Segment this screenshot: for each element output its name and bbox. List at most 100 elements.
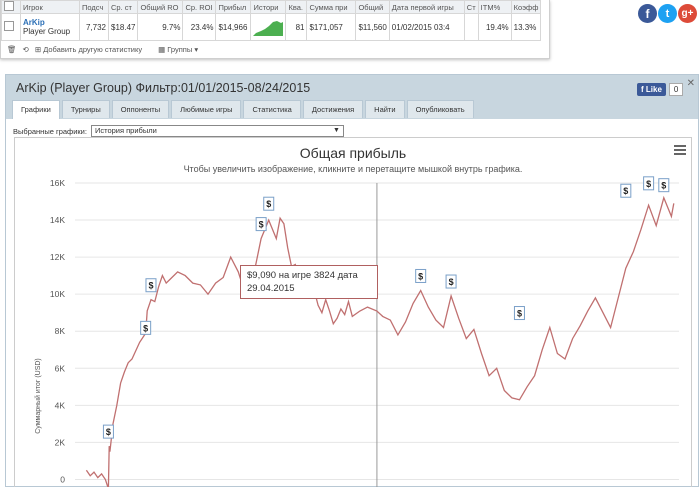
menu-icon[interactable] xyxy=(674,145,686,157)
sparkline xyxy=(253,21,284,36)
col-header[interactable]: Ква. xyxy=(285,0,308,14)
profit-series-line[interactable] xyxy=(85,195,675,489)
player-group: Player Group xyxy=(23,27,71,36)
y-tick-label: 6K xyxy=(55,363,66,373)
checkbox-icon xyxy=(4,1,14,11)
chart-svg[interactable]: Общая прибыль Чтобы увеличить изображени… xyxy=(15,138,691,489)
chart-selector[interactable]: История прибыли ▼ xyxy=(90,125,344,137)
tooltip-line1: $9,090 на игре 3824 дата xyxy=(247,270,358,281)
fb-like-label: Like xyxy=(645,85,662,94)
tab-achievements[interactable]: Достижения xyxy=(302,100,364,118)
table-header-row: Игрок Подсч Ср. ст Общий RO Ср. ROI Приб… xyxy=(1,0,542,14)
y-tick-label: 2K xyxy=(55,437,66,447)
tab-find[interactable]: Найти xyxy=(365,100,405,118)
col-header[interactable]: ITM% xyxy=(477,0,512,14)
svg-text:$: $ xyxy=(623,186,628,196)
dollar-marker-icon[interactable]: $ xyxy=(658,178,670,193)
dollar-markers: $ $ $ $ $ $ $ $ $ $ $ xyxy=(102,176,670,439)
dollar-marker-icon[interactable]: $ xyxy=(263,196,275,211)
y-tick-label: 4K xyxy=(55,400,66,410)
groups-label: Группы xyxy=(167,44,193,54)
groups-button[interactable]: ▦ Группы ▾ xyxy=(158,45,198,54)
close-icon[interactable]: ✕ xyxy=(687,78,695,89)
svg-text:$: $ xyxy=(266,199,271,209)
y-tick-label: 16K xyxy=(50,178,65,188)
tab-tournaments[interactable]: Турниры xyxy=(61,100,110,118)
dollar-marker-icon[interactable]: $ xyxy=(255,217,267,232)
col-header[interactable]: Подсч xyxy=(79,0,109,14)
tab-opponents[interactable]: Оппоненты xyxy=(111,100,170,118)
dollar-marker-icon[interactable]: $ xyxy=(415,268,427,283)
dollar-marker-icon[interactable]: $ xyxy=(102,424,114,439)
tab-statistics[interactable]: Статистика xyxy=(243,100,301,118)
col-header[interactable]: Дата первой игры xyxy=(388,0,465,14)
col-header[interactable]: Ст xyxy=(463,0,479,14)
panel-header: ArKip (Player Group) Фильтр:01/01/2015-0… xyxy=(6,75,698,119)
player-panel: ArKip (Player Group) Фильтр:01/01/2015-0… xyxy=(5,74,699,489)
svg-text:$: $ xyxy=(646,179,651,189)
col-header[interactable]: Коэфф xyxy=(510,0,542,14)
google-plus-icon[interactable]: g+ xyxy=(678,4,697,23)
st-cell xyxy=(463,13,479,41)
profit-chart[interactable]: Общая прибыль Чтобы увеличить изображени… xyxy=(14,137,692,489)
stats-table: Игрок Подсч Ср. ст Общий RO Ср. ROI Приб… xyxy=(1,0,542,41)
tab-publish[interactable]: Опубликовать xyxy=(406,100,474,118)
col-header[interactable]: Игрок xyxy=(20,0,80,14)
player-cell[interactable]: ArKip Player Group xyxy=(20,13,80,41)
col-header[interactable]: Сумма при xyxy=(306,0,357,14)
profit-cell: $14,966 xyxy=(215,13,252,41)
y-tick-label: 8K xyxy=(55,326,66,336)
svg-text:$: $ xyxy=(143,323,148,333)
svg-text:$: $ xyxy=(259,220,264,230)
row-checkbox[interactable] xyxy=(1,13,21,41)
dollar-marker-icon[interactable]: $ xyxy=(145,278,157,293)
select-all-checkbox[interactable] xyxy=(1,0,21,14)
col-header[interactable]: Ср. ст xyxy=(107,0,139,14)
svg-text:$: $ xyxy=(449,277,454,287)
chart-title: Общая прибыль xyxy=(300,145,406,161)
fb-like-button[interactable]: f Like xyxy=(637,83,666,96)
trash-icon[interactable]: 🗑 xyxy=(7,45,17,54)
add-stat-button[interactable]: ⊞ Добавить другую статистику xyxy=(35,45,142,54)
chart-selector-label: Выбранные графики: xyxy=(13,126,87,136)
svg-text:$: $ xyxy=(418,271,423,281)
facebook-icon[interactable]: f xyxy=(638,4,657,23)
stats-panel: Игрок Подсч Ср. ст Общий RO Ср. ROI Приб… xyxy=(0,0,550,59)
table-row[interactable]: ArKip Player Group 7,732 $18.47 9.7% 23.… xyxy=(1,13,542,41)
chart-subtitle: Чтобы увеличить изображение, кликните и … xyxy=(184,164,523,174)
y-tick-label: 10K xyxy=(50,289,65,299)
tab-charts[interactable]: Графики xyxy=(12,100,60,119)
facebook-icon: f xyxy=(641,85,644,94)
col-header[interactable]: Ср. ROI xyxy=(182,0,217,14)
fb-like-count: 0 xyxy=(668,83,684,96)
dollar-marker-icon[interactable]: $ xyxy=(140,320,152,335)
add-stat-label: Добавить другую статистику xyxy=(43,44,143,54)
tab-favorite-games[interactable]: Любимые игры xyxy=(171,100,242,118)
svg-text:$: $ xyxy=(661,181,666,191)
count-cell: 7,732 xyxy=(79,13,109,41)
twitter-icon[interactable]: t xyxy=(658,4,677,23)
dollar-marker-icon[interactable]: $ xyxy=(513,306,525,321)
y-tick-label: 14K xyxy=(50,215,65,225)
dollar-marker-icon[interactable]: $ xyxy=(643,176,655,191)
panel-title: ArKip (Player Group) Фильтр:01/01/2015-0… xyxy=(16,81,311,95)
qual-cell: 81 xyxy=(285,13,308,41)
dollar-marker-icon[interactable]: $ xyxy=(445,274,457,289)
col-header[interactable]: Общий RO xyxy=(137,0,184,14)
col-header[interactable]: Истори xyxy=(250,0,287,14)
tab-bar: Графики Турниры Оппоненты Любимые игры С… xyxy=(12,100,476,119)
itm-cell: 19.4% xyxy=(477,13,512,41)
refresh-icon[interactable]: ⟲ xyxy=(23,45,29,54)
col-header[interactable]: Прибыл xyxy=(215,0,252,14)
svg-text:$: $ xyxy=(517,309,522,319)
facebook-like[interactable]: f Like 0 xyxy=(637,83,684,96)
avg-stake-cell: $18.47 xyxy=(107,13,139,41)
col-header[interactable]: Общий xyxy=(355,0,390,14)
dollar-marker-icon[interactable]: $ xyxy=(620,183,632,198)
table-toolbar: 🗑 ⟲ ⊞ Добавить другую статистику ▦ Групп… xyxy=(7,43,198,55)
avg-roi-cell: 23.4% xyxy=(182,13,217,41)
y-axis-ticks: 0 2K 4K 6K 8K 10K 12K 14K 16K xyxy=(50,178,65,484)
dropdown-arrow-icon: ▼ xyxy=(333,127,340,134)
player-name-link[interactable]: ArKip xyxy=(23,18,77,27)
total-roi-cell: 9.7% xyxy=(137,13,184,41)
